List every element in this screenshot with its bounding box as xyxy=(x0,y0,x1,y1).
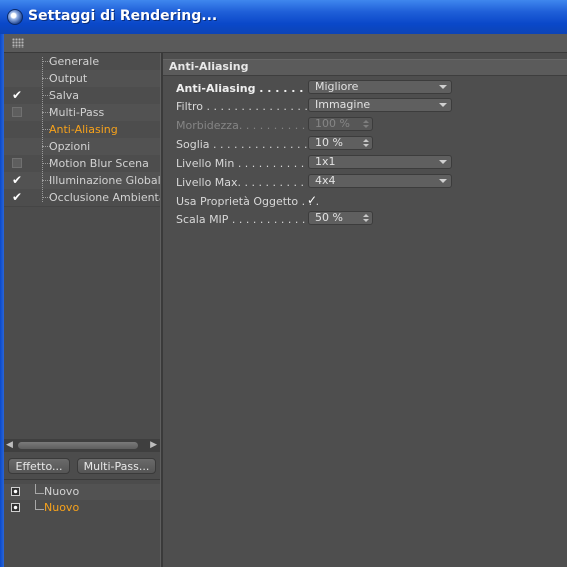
scroll-right-icon[interactable]: ▶ xyxy=(150,440,157,450)
chevron-down-icon xyxy=(439,179,447,183)
morbidezza-spinner[interactable]: 100 % xyxy=(308,117,373,131)
section-header: Anti-Aliasing xyxy=(163,59,567,76)
scrollbar-thumb[interactable] xyxy=(18,442,138,449)
scala-mip-spinner[interactable]: 50 % xyxy=(308,211,373,225)
sidebar-item-label: Multi-Pass xyxy=(49,106,105,119)
preset-icon[interactable] xyxy=(11,503,20,512)
window-title: Settaggi di Rendering... xyxy=(28,8,218,24)
attr-label-morbidezza: Morbidezza. . . . . . . . . . . . . xyxy=(176,119,327,132)
spinner-value: 100 % xyxy=(315,117,350,130)
spinner-value: 10 % xyxy=(315,136,343,149)
spinner-arrows-icon[interactable] xyxy=(363,118,369,130)
preset-label: Nuovo xyxy=(44,485,80,498)
sidebar-item-multi-pass[interactable]: Multi-Pass xyxy=(4,104,160,122)
sidebar-item-label: Occlusione Ambientale xyxy=(49,191,176,204)
attr-label-filtro: Filtro . . . . . . . . . . . . . . . . . xyxy=(176,100,322,113)
attr-label-scala-mip: Scala MIP . . . . . . . . . . . . . xyxy=(176,213,320,226)
multipass-button[interactable]: Multi-Pass... xyxy=(77,458,156,474)
cinema4d-sphere-icon xyxy=(7,9,23,25)
checkbox-unchecked[interactable] xyxy=(12,158,22,168)
checkmark-icon[interactable]: ✔ xyxy=(12,173,22,187)
sidebar-item-salva[interactable]: ✔ Salva xyxy=(4,87,160,105)
dropdown-value: Immagine xyxy=(315,98,371,111)
preset-row[interactable]: Nuovo xyxy=(4,484,160,500)
window-titlebar[interactable]: Settaggi di Rendering... xyxy=(0,0,567,35)
divider xyxy=(4,479,160,480)
sidebar-item-occlusione-ambientale[interactable]: ✔ Occlusione Ambientale xyxy=(4,189,175,207)
attr-label-soglia: Soglia . . . . . . . . . . . . . . . . . xyxy=(176,138,329,151)
preset-icon[interactable] xyxy=(11,487,20,496)
checkmark-icon[interactable]: ✔ xyxy=(12,88,22,102)
livello-max-dropdown[interactable]: 4x4 xyxy=(308,174,452,188)
chevron-down-icon xyxy=(439,160,447,164)
sidebar-item-output[interactable]: Output xyxy=(4,70,160,88)
attr-label-livello-min: Livello Min . . . . . . . . . . . . . xyxy=(176,157,326,170)
anti-aliasing-dropdown[interactable]: Migliore xyxy=(308,80,452,94)
dropdown-value: Migliore xyxy=(315,80,359,93)
preset-label: Nuovo xyxy=(44,501,80,514)
spinner-arrows-icon[interactable] xyxy=(363,137,369,149)
toolbar xyxy=(4,34,567,53)
sidebar-item-illuminazione-globale[interactable]: ✔ Illuminazione Globale xyxy=(4,172,167,190)
sidebar-item-label: Illuminazione Globale xyxy=(49,174,168,187)
sidebar-item-motion-blur[interactable]: Motion Blur Scena xyxy=(4,155,160,173)
chevron-down-icon xyxy=(439,103,447,107)
attr-label-livello-max: Livello Max. . . . . . . . . . . . . xyxy=(176,176,325,189)
sidebar-item-anti-aliasing[interactable]: Anti-Aliasing xyxy=(4,121,160,139)
dropdown-value: 4x4 xyxy=(315,174,336,187)
sidebar-item-label: Anti-Aliasing xyxy=(49,123,118,136)
filtro-dropdown[interactable]: Immagine xyxy=(308,98,452,112)
grip-icon[interactable] xyxy=(12,38,24,48)
sidebar-item-label: Opzioni xyxy=(49,140,91,153)
spinner-arrows-icon[interactable] xyxy=(363,212,369,224)
tree-vertical-line xyxy=(42,57,43,202)
chevron-down-icon xyxy=(439,85,447,89)
scroll-left-icon[interactable]: ◀ xyxy=(6,440,13,450)
spinner-value: 50 % xyxy=(315,211,343,224)
sidebar-item-label: Motion Blur Scena xyxy=(49,157,149,170)
checkmark-icon[interactable]: ✔ xyxy=(12,190,22,204)
sidebar-item-label: Generale xyxy=(49,55,100,68)
sidebar-item-label: Output xyxy=(49,72,88,85)
preset-row-active[interactable]: Nuovo xyxy=(4,500,160,516)
tree-connector xyxy=(35,500,44,510)
usa-proprieta-oggetto-checkbox[interactable]: ✓ xyxy=(307,193,317,207)
livello-min-dropdown[interactable]: 1x1 xyxy=(308,155,452,169)
checkbox-unchecked[interactable] xyxy=(12,107,22,117)
tree-connector xyxy=(35,484,44,494)
dropdown-value: 1x1 xyxy=(315,155,336,168)
soglia-spinner[interactable]: 10 % xyxy=(308,136,373,150)
effect-button[interactable]: Effetto... xyxy=(8,458,70,474)
sidebar-item-label: Salva xyxy=(49,89,80,102)
section-title: Anti-Aliasing xyxy=(169,60,249,73)
sidebar-item-opzioni[interactable]: Opzioni xyxy=(4,138,160,156)
sidebar-item-generale[interactable]: Generale xyxy=(4,53,160,71)
attr-label-usa-proprieta-oggetto: Usa Proprietà Oggetto . . . xyxy=(176,195,320,208)
sidebar-scrollbar[interactable]: ◀ ▶ xyxy=(4,439,160,452)
